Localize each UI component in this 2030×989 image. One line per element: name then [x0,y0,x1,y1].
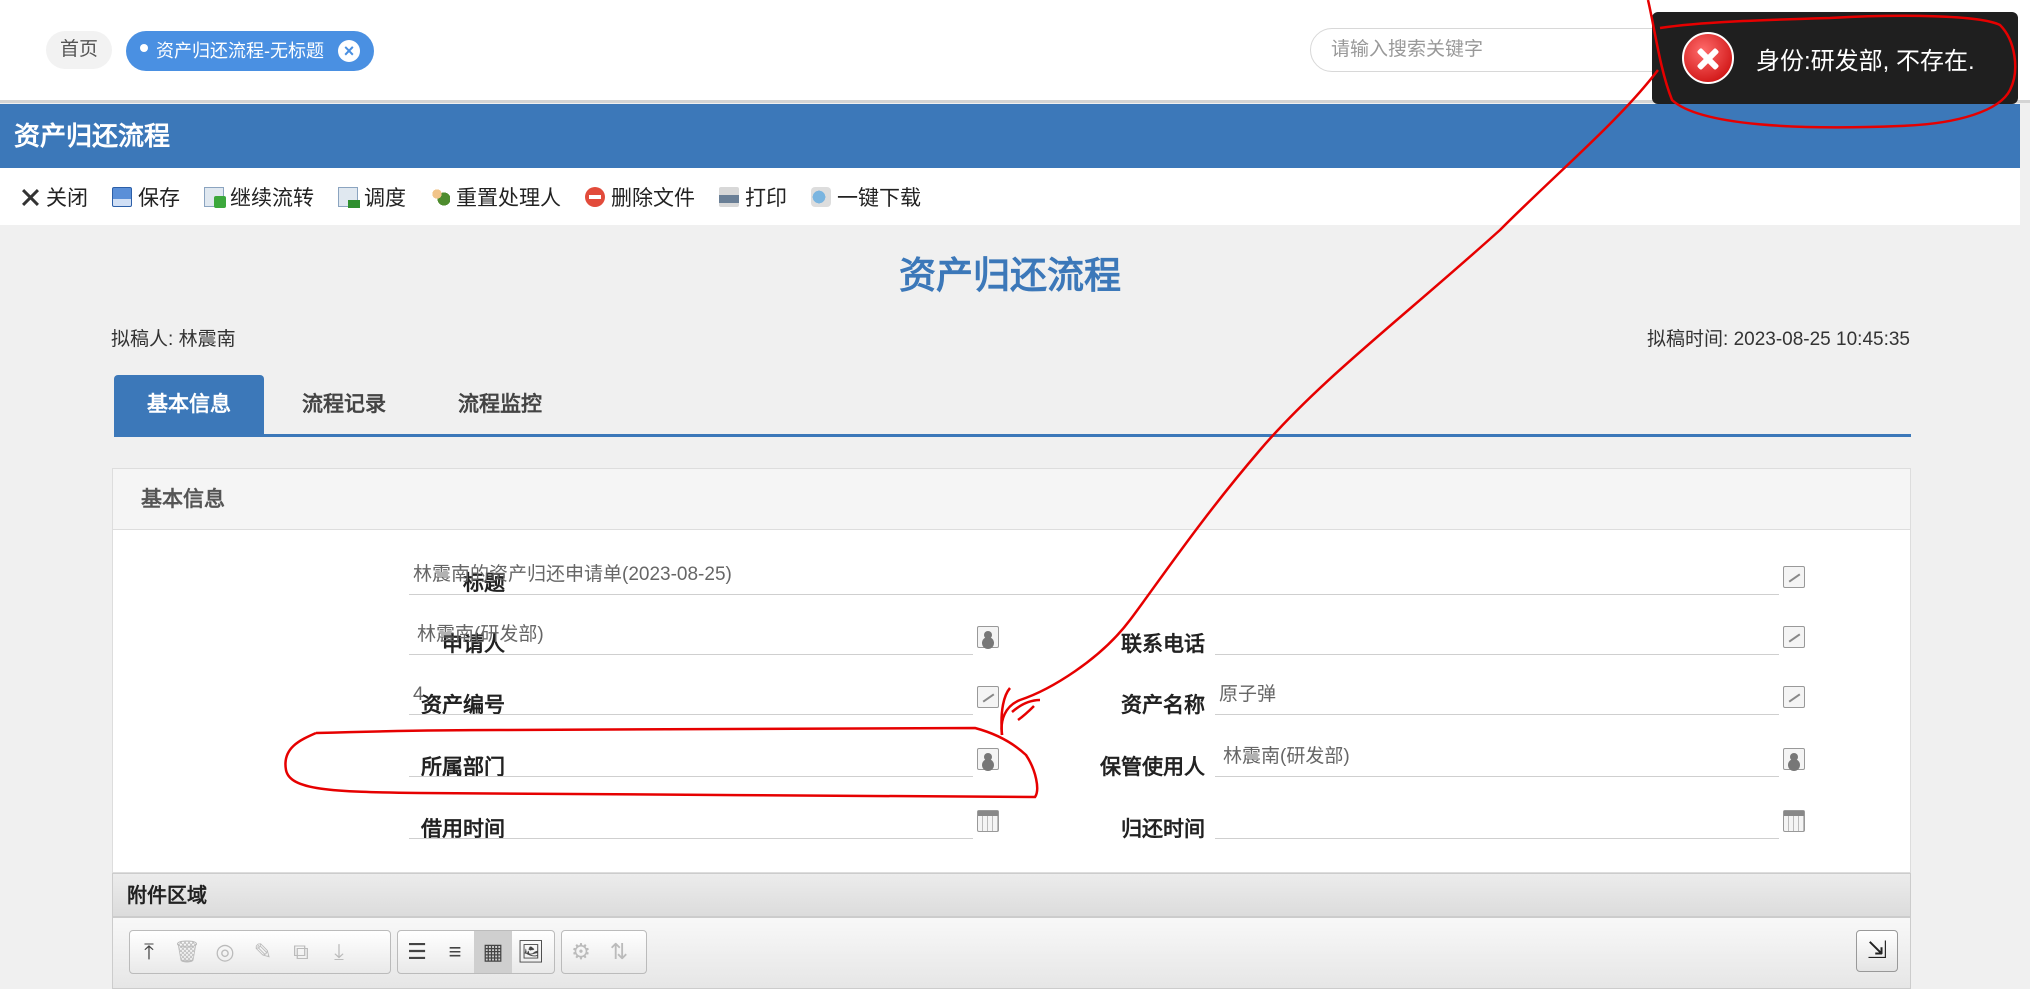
settings-gear-icon[interactable]: ⚙ [562,931,600,973]
search-input[interactable] [1331,39,1631,61]
tab-asset-return[interactable]: 资产归还流程-无标题 × [126,31,374,71]
save-button[interactable]: 保存 [112,182,180,212]
tab-flow-records[interactable]: 流程记录 [269,375,419,435]
basic-info-panel: 基本信息 标题 林震南的资产归还申请单(2023-08-25) 申请人 林震南(… [112,468,1911,873]
asset-name-label: 资产名称 [1121,694,1205,717]
download-file-icon[interactable]: ⤓ [320,931,358,973]
preview-icon[interactable]: ◎ [206,931,244,973]
asset-no-edit-icon[interactable] [977,686,999,708]
edit-icon[interactable]: ✎ [244,931,282,973]
image-view-icon[interactable]: 🖼 [512,931,550,973]
drafter-label: 拟稿人: [111,329,174,350]
active-dot-icon [140,44,148,52]
tab-home[interactable]: 首页 [46,31,113,69]
title-edit-icon[interactable] [1783,566,1805,588]
tab-flow-monitor[interactable]: 流程监控 [425,375,575,435]
sort-icon[interactable]: ⇅ [600,931,638,973]
error-toast: 身份:研发部, 不存在. [1652,12,2018,104]
action-toolbar: 关闭 保存 继续流转 调度 重置处理人 删除文件 打印 一键下载 [0,168,2020,225]
settings-group: ⚙ ⇅ [561,930,647,974]
close-button[interactable]: 关闭 [20,182,88,212]
applicant-person-icon[interactable] [977,626,999,648]
department-field[interactable] [409,737,973,777]
draft-time-value: 2023-08-25 10:45:35 [1733,329,1910,350]
document-tabs: 基本信息 流程记录 流程监控 [114,375,1911,437]
asset-name-edit-icon[interactable] [1783,686,1805,708]
asset-name-field[interactable]: 原子弹 [1215,675,1779,715]
dispatch-icon [338,186,360,208]
page-header: 资产归还流程 [0,104,2020,168]
delete-file-button-label: 删除文件 [611,186,695,210]
continue-flow-button[interactable]: 继续流转 [204,182,314,212]
reset-users-icon [430,186,450,207]
reset-handler-button-label: 重置处理人 [456,186,561,210]
collapse-corner-icon[interactable]: ⇲ [1856,930,1898,972]
download-all-button[interactable]: 一键下载 [811,182,921,212]
close-button-label: 关闭 [46,186,88,210]
download-all-button-label: 一键下载 [837,186,921,210]
phone-edit-icon[interactable] [1783,626,1805,648]
document-title: 资产归还流程 [899,255,1121,296]
download-icon [811,186,831,207]
draft-time-label: 拟稿时间: [1647,329,1729,350]
drafter-info: 拟稿人: 林震南 [111,324,236,351]
panel-title: 基本信息 [113,469,1910,530]
drafter-value: 林震南 [178,329,236,350]
close-tab-icon[interactable]: × [338,40,360,62]
phone-label: 联系电话 [1121,633,1205,656]
tab-asset-return-label: 资产归还流程-无标题 [156,41,324,61]
borrow-time-calendar-icon[interactable] [977,810,999,832]
title-field[interactable]: 林震南的资产归还申请单(2023-08-25) [409,555,1779,595]
print-button[interactable]: 打印 [719,182,787,212]
continue-flow-button-label: 继续流转 [230,186,314,210]
copy-icon[interactable]: ⧉ [282,931,320,973]
list-view-icon[interactable]: ☰ [398,931,436,973]
detail-list-icon[interactable]: ≡ [436,931,474,973]
delete-icon [585,186,605,207]
print-icon [719,186,739,207]
grid-view-icon[interactable]: ▦ [474,931,512,973]
return-time-calendar-icon[interactable] [1783,810,1805,832]
attachments-toolbar: ⤒ 🗑 ◎ ✎ ⧉ ⤓ ☰ ≡ ▦ 🖼 ⚙ ⇅ ⇲ [112,917,1911,989]
close-icon [20,187,40,207]
dispatch-button[interactable]: 调度 [338,182,406,212]
draft-time-info: 拟稿时间: 2023-08-25 10:45:35 [1647,324,1910,351]
custodian-person-icon[interactable] [1783,748,1805,770]
reset-handler-button[interactable]: 重置处理人 [430,182,561,212]
custodian-field[interactable]: 林震南(研发部) [1215,737,1779,777]
save-button-label: 保存 [138,186,180,210]
applicant-field[interactable]: 林震南(研发部) [409,615,973,655]
page-header-title: 资产归还流程 [14,121,171,151]
upload-icon[interactable]: ⤒ [130,931,168,973]
trash-icon[interactable]: 🗑 [168,931,206,973]
delete-file-button[interactable]: 删除文件 [585,182,695,212]
asset-no-field[interactable]: 4 [409,675,973,715]
phone-field[interactable] [1215,615,1779,655]
file-actions-group: ⤒ 🗑 ◎ ✎ ⧉ ⤓ [129,930,391,974]
error-icon [1682,32,1734,84]
error-message: 身份:研发部, 不存在. [1756,47,1975,75]
return-time-field[interactable] [1215,799,1779,839]
attachments-header: 附件区域 [112,873,1911,917]
dispatch-button-label: 调度 [364,186,406,210]
forward-icon [204,186,226,208]
print-button-label: 打印 [745,186,787,210]
tab-basic-info[interactable]: 基本信息 [114,375,264,435]
view-mode-group: ☰ ≡ ▦ 🖼 [397,930,555,974]
return-time-label: 归还时间 [1121,818,1205,841]
department-person-icon[interactable] [977,748,999,770]
save-icon [112,186,132,207]
custodian-label: 保管使用人 [1100,756,1205,779]
borrow-time-field[interactable] [409,799,973,839]
